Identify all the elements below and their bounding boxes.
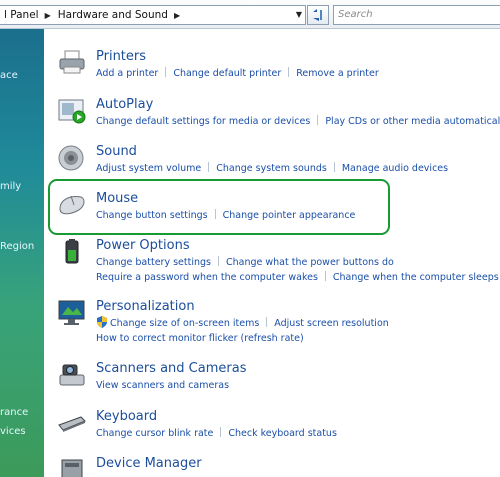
personalization-links: Change size of on-screen items Adjust scr…: [96, 316, 389, 346]
change-sleep-time-link[interactable]: Change when the computer sleeps: [333, 272, 499, 283]
breadcrumb-arrow-icon[interactable]: ▶: [174, 7, 180, 25]
camera-icon[interactable]: [57, 361, 87, 389]
scanners-cameras-title[interactable]: Scanners and Cameras: [96, 361, 246, 376]
printers-title[interactable]: Printers: [96, 49, 146, 64]
manage-audio-devices-link[interactable]: Manage audio devices: [342, 163, 448, 174]
address-dropdown-icon[interactable]: ▼: [292, 5, 306, 25]
device-manager-title[interactable]: Device Manager: [96, 456, 202, 471]
mouse-highlight-box: [48, 179, 390, 235]
change-system-sounds-link[interactable]: Change system sounds: [216, 163, 327, 174]
left-navigation-pane: ace mily Region rance vices: [0, 29, 44, 477]
link-separator: [218, 256, 219, 266]
mouse-title[interactable]: Mouse: [96, 191, 138, 206]
link-separator: [334, 162, 335, 172]
address-bar: l Panel ▶ Hardware and Sound ▶ ▼ Search: [0, 0, 500, 29]
sound-title[interactable]: Sound: [96, 144, 137, 159]
monitor-flicker-link[interactable]: How to correct monitor flicker (refresh …: [96, 333, 304, 344]
left-pane-item[interactable]: vices: [0, 426, 26, 437]
search-input[interactable]: Search: [333, 5, 500, 25]
check-keyboard-status-link[interactable]: Check keyboard status: [228, 428, 337, 439]
mouse-links: Change button settings Change pointer app…: [96, 208, 355, 223]
device-manager-icon[interactable]: [57, 456, 87, 477]
left-pane-item[interactable]: ace: [0, 70, 18, 81]
breadcrumb[interactable]: l Panel ▶ Hardware and Sound ▶: [0, 5, 306, 25]
monitor-icon[interactable]: [57, 299, 87, 327]
keyboard-icon[interactable]: [57, 409, 87, 437]
personalization-title[interactable]: Personalization: [96, 299, 195, 314]
link-separator: [288, 67, 289, 77]
scanners-cameras-links: View scanners and cameras: [96, 378, 229, 393]
link-separator: [266, 317, 267, 327]
change-cursor-blink-rate-link[interactable]: Change cursor blink rate: [96, 428, 213, 439]
change-power-buttons-link[interactable]: Change what the power buttons do: [226, 257, 394, 268]
printer-icon[interactable]: [57, 49, 87, 77]
link-separator: [317, 115, 318, 125]
view-scanners-cameras-link[interactable]: View scanners and cameras: [96, 380, 229, 391]
change-default-media-settings-link[interactable]: Change default settings for media or dev…: [96, 116, 310, 127]
keyboard-title[interactable]: Keyboard: [96, 409, 157, 424]
breadcrumb-control-panel[interactable]: l Panel: [4, 6, 39, 24]
category-list: Printers Add a printer Change default pri…: [44, 29, 500, 477]
change-button-settings-link[interactable]: Change button settings: [96, 210, 208, 221]
breadcrumb-arrow-icon[interactable]: ▶: [45, 7, 51, 25]
left-pane-item[interactable]: rance: [0, 407, 28, 418]
change-battery-settings-link[interactable]: Change battery settings: [96, 257, 211, 268]
change-pointer-appearance-link[interactable]: Change pointer appearance: [223, 210, 356, 221]
printers-links: Add a printer Change default printer Remov…: [96, 66, 379, 81]
power-options-title[interactable]: Power Options: [96, 238, 190, 253]
refresh-button[interactable]: [307, 5, 329, 25]
change-default-printer-link[interactable]: Change default printer: [173, 68, 281, 79]
sound-links: Adjust system volume Change system sounds…: [96, 161, 448, 176]
autoplay-links: Change default settings for media or dev…: [96, 114, 500, 129]
adjust-screen-resolution-link[interactable]: Adjust screen resolution: [274, 318, 388, 329]
battery-icon[interactable]: [57, 238, 87, 266]
link-separator: [220, 427, 221, 437]
link-separator: [325, 271, 326, 281]
play-cds-automatically-link[interactable]: Play CDs or other media automatically: [325, 116, 500, 127]
power-options-links: Change battery settings Change what the p…: [96, 255, 499, 285]
keyboard-links: Change cursor blink rate Check keyboard s…: [96, 426, 337, 441]
change-size-of-items-link[interactable]: Change size of on-screen items: [110, 318, 259, 329]
adjust-system-volume-link[interactable]: Adjust system volume: [96, 163, 201, 174]
link-separator: [215, 209, 216, 219]
autoplay-title[interactable]: AutoPlay: [96, 97, 153, 112]
add-printer-link[interactable]: Add a printer: [96, 68, 158, 79]
autoplay-icon[interactable]: [57, 97, 87, 125]
refresh-icon: [308, 6, 328, 24]
link-separator: [208, 162, 209, 172]
speaker-icon[interactable]: [57, 144, 87, 172]
require-password-on-wake-link[interactable]: Require a password when the computer wak…: [96, 272, 318, 283]
remove-printer-link[interactable]: Remove a printer: [296, 68, 379, 79]
breadcrumb-hardware-and-sound[interactable]: Hardware and Sound: [58, 6, 168, 24]
left-pane-item[interactable]: Region: [0, 241, 34, 252]
left-pane-item[interactable]: mily: [0, 181, 21, 192]
link-separator: [165, 67, 166, 77]
mouse-icon[interactable]: [57, 191, 87, 219]
shield-icon: [96, 316, 108, 328]
